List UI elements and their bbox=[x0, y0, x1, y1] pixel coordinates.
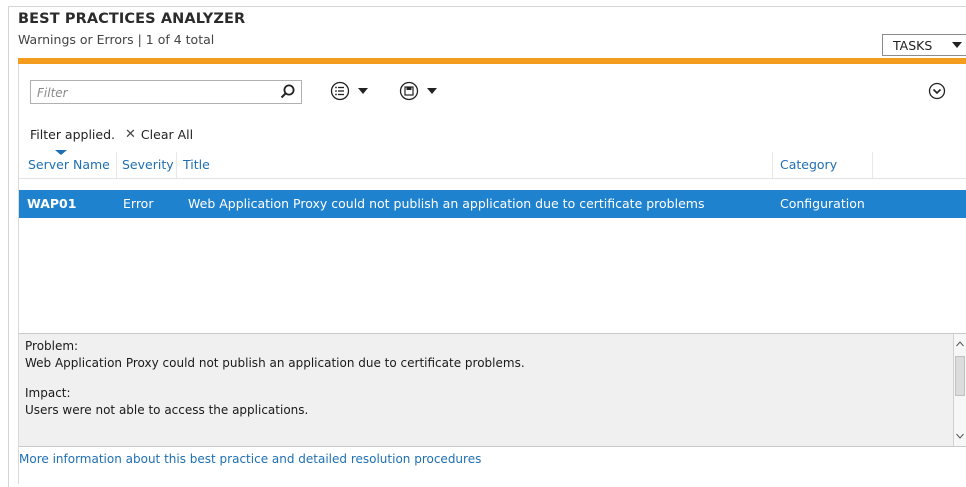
sort-indicator-icon bbox=[55, 150, 67, 155]
list-options-icon bbox=[330, 81, 350, 101]
clear-all-label: Clear All bbox=[140, 127, 194, 142]
tasks-dropdown-button[interactable]: TASKS bbox=[882, 34, 966, 56]
more-info-link[interactable]: More information about this best practic… bbox=[19, 452, 481, 466]
details-pane: Problem: Web Application Proxy could not… bbox=[19, 333, 966, 447]
details-scrollbar[interactable] bbox=[953, 334, 966, 446]
save-icon bbox=[399, 81, 419, 101]
column-header-title[interactable]: Title bbox=[177, 152, 773, 178]
impact-text: Users were not able to access the applic… bbox=[25, 403, 309, 417]
table-row[interactable]: WAP01 Error Web Application Proxy could … bbox=[19, 190, 966, 218]
filter-field[interactable] bbox=[30, 80, 302, 104]
save-query-button[interactable] bbox=[399, 81, 437, 101]
column-header-category[interactable]: Category bbox=[773, 152, 873, 178]
section-title: BEST PRACTICES ANALYZER bbox=[18, 11, 246, 27]
close-icon: ✕ bbox=[125, 127, 136, 142]
column-header-severity[interactable]: Severity bbox=[117, 152, 177, 178]
filter-input[interactable] bbox=[35, 83, 275, 103]
table-header: Server Name Severity Title Category bbox=[19, 150, 966, 179]
tasks-label: TASKS bbox=[893, 37, 933, 53]
cell-severity: Error bbox=[123, 196, 154, 211]
scroll-down-icon[interactable] bbox=[954, 428, 966, 444]
cell-title: Web Application Proxy could not publish … bbox=[188, 196, 705, 211]
chevron-down-icon bbox=[358, 88, 368, 94]
search-icon[interactable] bbox=[279, 83, 297, 101]
scroll-up-icon[interactable] bbox=[954, 336, 966, 352]
clear-all-button[interactable]: ✕ Clear All bbox=[125, 127, 193, 142]
list-options-button[interactable] bbox=[330, 81, 368, 101]
problem-text: Web Application Proxy could not publish … bbox=[25, 356, 525, 370]
cell-category: Configuration bbox=[780, 196, 865, 211]
filter-applied-label: Filter applied. bbox=[30, 127, 116, 142]
chevron-circle-down-icon[interactable] bbox=[928, 82, 946, 100]
filter-status: Filter applied. ✕ Clear All bbox=[30, 127, 193, 142]
impact-label: Impact: bbox=[25, 386, 71, 400]
section-subtitle: Warnings or Errors | 1 of 4 total bbox=[18, 32, 215, 47]
chevron-down-icon bbox=[952, 42, 963, 48]
scrollbar-thumb[interactable] bbox=[955, 356, 965, 396]
column-header-server-name[interactable]: Server Name bbox=[19, 150, 117, 178]
cell-server-name: WAP01 bbox=[27, 196, 77, 211]
chevron-down-icon bbox=[427, 88, 437, 94]
problem-label: Problem: bbox=[25, 339, 79, 353]
